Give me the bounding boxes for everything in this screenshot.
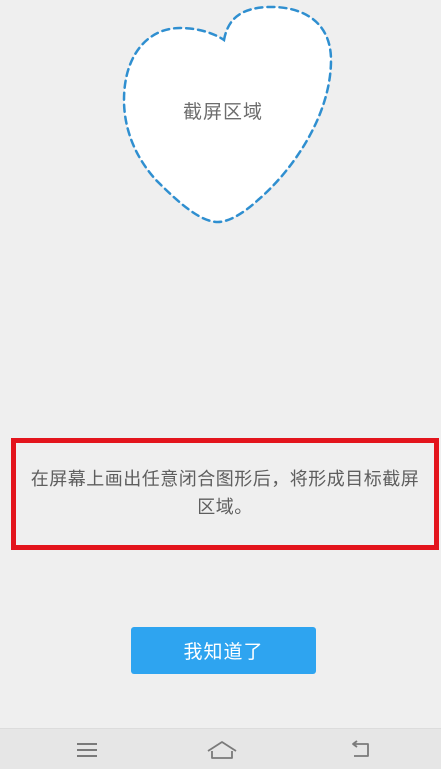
screenshot-area-shape: 截屏区域 [118,0,338,230]
navigation-bar [0,728,441,769]
back-icon [352,739,369,757]
instruction-highlight-box: 在屏幕上画出任意闭合图形后，将形成目标截屏区域。 [11,438,439,550]
home-icon [207,740,237,759]
nav-home-button[interactable] [192,729,252,769]
nav-back-button[interactable] [330,729,390,769]
instruction-text: 在屏幕上画出任意闭合图形后，将形成目标截屏区域。 [30,469,420,518]
nav-menu-button[interactable] [57,729,117,769]
got-it-button[interactable]: 我知道了 [131,627,316,674]
screenshot-area-label: 截屏区域 [182,101,263,123]
screenshot-guide-screen: 截屏区域 在屏幕上画出任意闭合图形后，将形成目标截屏区域。 我知道了 [0,0,441,769]
menu-icon [77,742,97,757]
